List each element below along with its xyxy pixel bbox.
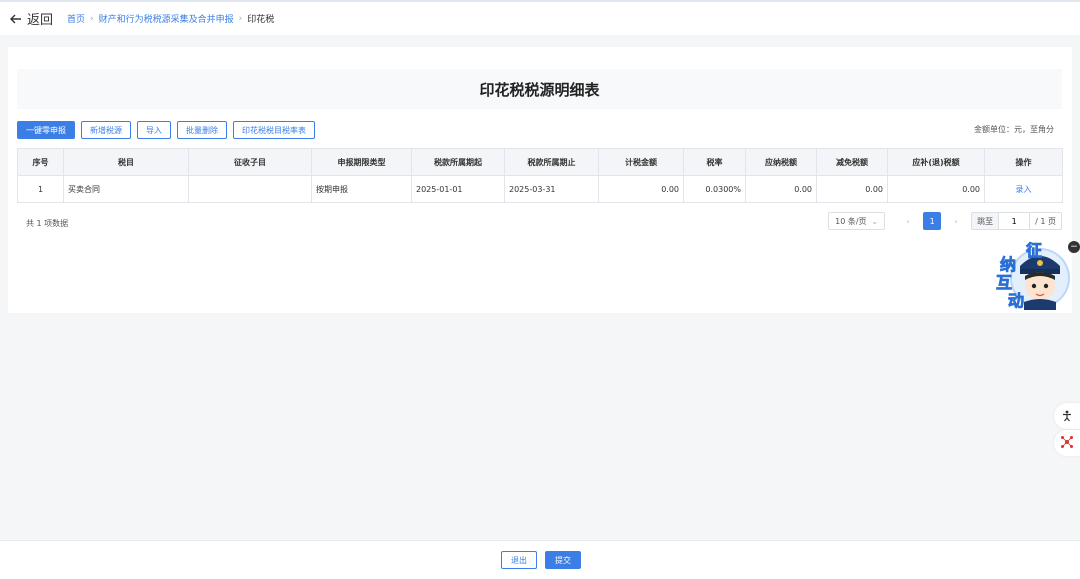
mascot-char: 纳: [1000, 255, 1016, 274]
cell-tax-relief: 0.00: [817, 176, 888, 203]
breadcrumb: 首页 › 财产和行为税税源采集及合并申报 › 印花税: [67, 12, 274, 25]
network-icon: [1060, 434, 1074, 453]
total-pages: / 1 页: [1030, 213, 1061, 229]
mascot-char: 互: [996, 273, 1012, 292]
bottom-actions: 退出 提交: [501, 551, 581, 569]
column-header: 征收子目: [189, 149, 312, 176]
enter-link[interactable]: 录入: [1016, 185, 1032, 194]
cell-tax-payable: 0.00: [746, 176, 817, 203]
tax-source-table: 序号 税目 征收子目 申报期限类型 税款所属期起 税款所属期止 计税金额 税率 …: [17, 148, 1063, 203]
cell-sub-item: [189, 176, 312, 203]
import-button[interactable]: 导入: [137, 121, 171, 139]
next-page-icon[interactable]: ›: [947, 212, 965, 230]
cell-taxable-amount: 0.00: [599, 176, 684, 203]
page-number-button[interactable]: 1: [923, 212, 941, 230]
title-bar: 印花税税源明细表: [17, 69, 1062, 109]
column-header: 序号: [18, 149, 64, 176]
total-count: 共 1 项数据: [26, 218, 68, 229]
cell-tax-due: 0.00: [888, 176, 985, 203]
main-panel: 印花税税源明细表 一键零申报 新增税源 导入 批量删除 印花税税目税率表 金额单…: [8, 47, 1072, 313]
chevron-right-icon: ›: [239, 14, 243, 24]
breadcrumb-current: 印花税: [247, 12, 274, 25]
close-icon[interactable]: −: [1068, 241, 1080, 253]
prev-page-icon[interactable]: ‹: [899, 212, 917, 230]
cell-period-start: 2025-01-01: [412, 176, 505, 203]
tax-rate-table-button[interactable]: 印花税税目税率表: [233, 121, 315, 139]
column-header: 税目: [64, 149, 189, 176]
table-header-row: 序号 税目 征收子目 申报期限类型 税款所属期起 税款所属期止 计税金额 税率 …: [18, 149, 1063, 176]
unit-note: 金额单位：元，至角分: [974, 124, 1054, 135]
column-header: 税率: [684, 149, 746, 176]
mascot-char: 征: [1026, 241, 1042, 260]
zero-declare-button[interactable]: 一键零申报: [17, 121, 75, 139]
breadcrumb-property-tax[interactable]: 财产和行为税税源采集及合并申报: [99, 12, 234, 25]
back-label: 返回: [27, 9, 53, 28]
column-header: 申报期限类型: [312, 149, 412, 176]
network-tool[interactable]: [1054, 430, 1080, 456]
pagination-row: 共 1 项数据 10 条/页 ⌄ ‹ 1 › 跳至 / 1 页: [17, 212, 1062, 234]
chevron-right-icon: ›: [90, 14, 94, 24]
chevron-down-icon: ⌄: [871, 217, 878, 226]
accessibility-icon: [1061, 407, 1073, 426]
table-row: 1 买卖合同 按期申报 2025-01-01 2025-03-31 0.00 0…: [18, 176, 1063, 203]
jump-label: 跳至: [972, 213, 998, 229]
page-size-value: 10 条/页: [835, 216, 866, 227]
column-header: 税款所属期止: [505, 149, 599, 176]
bottom-bar: 退出 提交: [0, 540, 1080, 579]
submit-button[interactable]: 提交: [545, 551, 581, 569]
column-header: 税款所属期起: [412, 149, 505, 176]
column-header: 计税金额: [599, 149, 684, 176]
cell-period-end: 2025-03-31: [505, 176, 599, 203]
toolbar: 一键零申报 新增税源 导入 批量删除 印花税税目税率表: [17, 121, 315, 139]
page-title: 印花税税源明细表: [479, 79, 599, 100]
cell-action: 录入: [985, 176, 1063, 203]
accessibility-tool[interactable]: [1054, 403, 1080, 429]
column-header: 操作: [985, 149, 1063, 176]
page-size-select[interactable]: 10 条/页 ⌄: [828, 212, 885, 230]
cell-index: 1: [18, 176, 64, 203]
cell-period-type: 按期申报: [312, 176, 412, 203]
add-tax-source-button[interactable]: 新增税源: [81, 121, 131, 139]
mascot-assistant[interactable]: 征 纳 互 动: [994, 236, 1074, 316]
exit-button[interactable]: 退出: [501, 551, 537, 569]
batch-delete-button[interactable]: 批量删除: [177, 121, 227, 139]
jump-page-input[interactable]: [998, 213, 1030, 229]
column-header: 应纳税额: [746, 149, 817, 176]
back-button[interactable]: 返回: [9, 9, 53, 28]
cell-rate: 0.0300%: [684, 176, 746, 203]
cell-item: 买卖合同: [64, 176, 189, 203]
column-header: 减免税额: [817, 149, 888, 176]
column-header: 应补(退)税额: [888, 149, 985, 176]
pagination: 10 条/页 ⌄ ‹ 1 › 跳至 / 1 页: [828, 212, 1062, 230]
mascot-char: 动: [1008, 291, 1024, 310]
jump-to-page: 跳至 / 1 页: [971, 212, 1062, 230]
top-bar: 返回 首页 › 财产和行为税税源采集及合并申报 › 印花税: [0, 0, 1080, 35]
arrow-left-icon: [9, 12, 23, 26]
breadcrumb-home[interactable]: 首页: [67, 12, 85, 25]
